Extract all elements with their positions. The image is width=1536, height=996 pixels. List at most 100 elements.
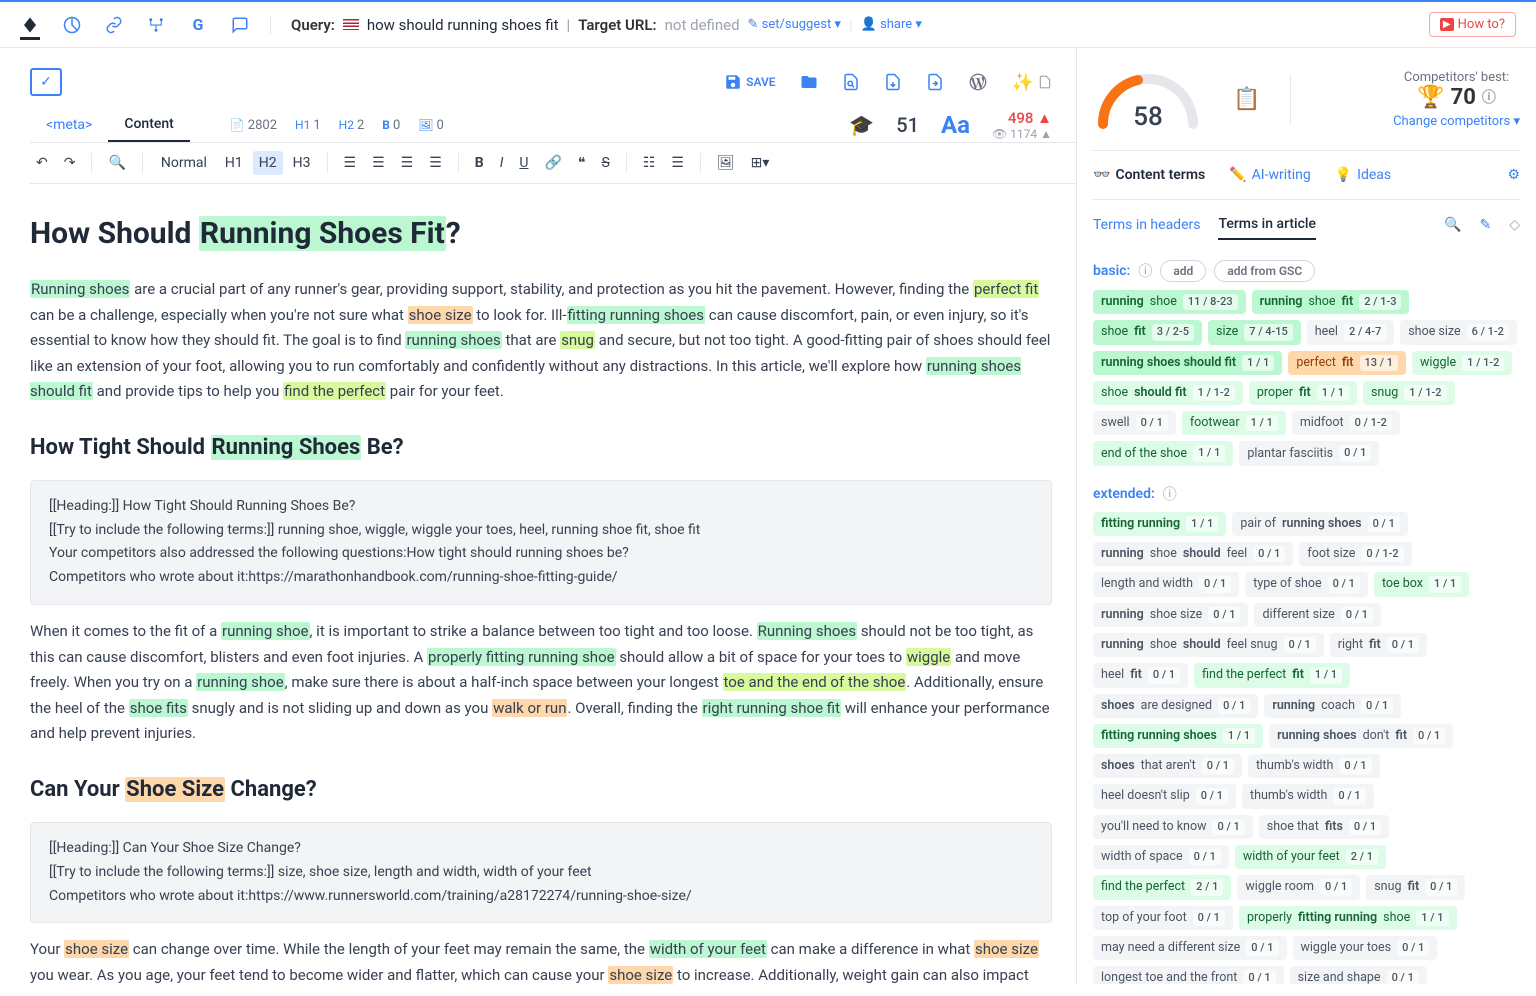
add-term-button[interactable]: add xyxy=(1160,260,1206,282)
term-chip[interactable]: running shoe should feel0 / 1 xyxy=(1093,542,1293,566)
save-button[interactable]: SAVE xyxy=(724,73,775,91)
term-chip[interactable]: thumb's width0 / 1 xyxy=(1248,754,1380,778)
magic-button[interactable]: ✨ xyxy=(1012,72,1052,93)
subtab-headers[interactable]: Terms in headers xyxy=(1093,211,1200,239)
term-chip[interactable]: find the perfect fit1 / 1 xyxy=(1194,663,1350,687)
term-chip[interactable]: footwear1 / 1 xyxy=(1182,411,1286,435)
search-doc-button[interactable] xyxy=(842,73,860,91)
term-chip[interactable]: running shoe should feel snug0 / 1 xyxy=(1093,633,1324,657)
export-button[interactable] xyxy=(926,73,944,91)
share-link[interactable]: 👤 share ▾ xyxy=(861,17,922,32)
term-chip[interactable]: running shoes don't fit0 / 1 xyxy=(1269,724,1453,748)
import-button[interactable] xyxy=(884,73,902,91)
tab-ideas[interactable]: 💡 Ideas xyxy=(1335,161,1391,189)
term-chip[interactable]: you'll need to know0 / 1 xyxy=(1093,815,1253,839)
term-chip[interactable]: find the perfect2 / 1 xyxy=(1093,875,1231,899)
term-chip[interactable]: length and width0 / 1 xyxy=(1093,572,1239,596)
term-chip[interactable]: shoe that fits0 / 1 xyxy=(1259,815,1389,839)
list-ul-button[interactable]: ☰ xyxy=(665,151,690,175)
tab-content-terms[interactable]: 👓 Content terms xyxy=(1093,161,1205,189)
term-chip[interactable]: midfoot0 / 1-2 xyxy=(1292,411,1400,435)
term-chip[interactable]: shoe size6 / 1-2 xyxy=(1400,320,1517,344)
nav-analytics-icon[interactable] xyxy=(62,15,82,35)
change-competitors-link[interactable]: Change competitors ▾ xyxy=(1393,114,1520,129)
term-chip[interactable]: fitting running shoes1 / 1 xyxy=(1093,724,1263,748)
subtab-article[interactable]: Terms in article xyxy=(1218,210,1316,240)
term-chip[interactable]: may need a different size0 / 1 xyxy=(1093,936,1287,960)
term-chip[interactable]: end of the shoe1 / 1 xyxy=(1093,441,1233,465)
eraser-icon[interactable]: ◇ xyxy=(1509,217,1520,233)
tab-ai-writing[interactable]: ✏️ AI-writing xyxy=(1229,161,1311,189)
term-chip[interactable]: size7 / 4-15 xyxy=(1208,320,1301,344)
term-chip[interactable]: longest toe and the front0 / 1 xyxy=(1093,966,1284,984)
strike-button[interactable]: S xyxy=(595,151,615,175)
term-chip[interactable]: shoe fit3 / 2-5 xyxy=(1093,320,1202,344)
term-chip[interactable]: size and shape0 / 1 xyxy=(1290,966,1427,984)
h3-button[interactable]: H3 xyxy=(287,151,317,175)
term-chip[interactable]: width of space0 / 1 xyxy=(1093,845,1229,869)
wordpress-button[interactable] xyxy=(968,72,988,92)
clipboard-icon[interactable]: 📋 xyxy=(1233,87,1260,112)
term-chip[interactable]: wiggle your toes0 / 1 xyxy=(1293,936,1438,960)
check-button[interactable]: ✓ xyxy=(30,68,62,96)
open-button[interactable] xyxy=(800,73,818,91)
term-chip[interactable]: heel2 / 4-7 xyxy=(1307,320,1394,344)
term-chip[interactable]: snug1 / 1-2 xyxy=(1363,381,1455,405)
term-chip[interactable]: snug fit0 / 1 xyxy=(1366,875,1465,899)
nav-chat-icon[interactable] xyxy=(230,15,250,35)
tab-meta[interactable]: <meta> xyxy=(30,109,108,141)
term-chip[interactable]: shoe should fit1 / 1-2 xyxy=(1093,381,1243,405)
term-chip[interactable]: running shoe size0 / 1 xyxy=(1093,603,1248,627)
term-chip[interactable]: properly fitting running shoe1 / 1 xyxy=(1239,906,1457,930)
term-chip[interactable]: top of your foot0 / 1 xyxy=(1093,906,1233,930)
undo-button[interactable]: ↶ xyxy=(30,151,54,175)
term-chip[interactable]: fitting running1 / 1 xyxy=(1093,512,1226,536)
table-button[interactable]: ⊞▾ xyxy=(745,151,776,175)
align-right-button[interactable]: ☰ xyxy=(395,151,420,175)
term-chip[interactable]: wiggle1 / 1-2 xyxy=(1412,351,1512,375)
settings-icon[interactable]: ⚙ xyxy=(1507,161,1520,189)
content-editor[interactable]: How Should Running Shoes Fit? Running sh… xyxy=(30,184,1076,984)
italic-button[interactable]: I xyxy=(494,151,510,175)
filter-icon[interactable]: 🔍 xyxy=(1444,217,1461,233)
term-chip[interactable]: type of shoe0 / 1 xyxy=(1245,572,1368,596)
edit-icon[interactable]: ✎ xyxy=(1479,217,1491,233)
term-chip[interactable]: proper fit1 / 1 xyxy=(1249,381,1357,405)
nav-structure-icon[interactable] xyxy=(146,15,166,35)
term-chip[interactable]: running coach0 / 1 xyxy=(1264,694,1401,718)
link-button[interactable]: 🔗 xyxy=(538,151,567,175)
term-chip[interactable]: perfect fit13 / 1 xyxy=(1288,351,1406,375)
bold-button[interactable]: B xyxy=(469,151,490,175)
h1-button[interactable]: H1 xyxy=(219,151,249,175)
set-suggest-link[interactable]: ✎ set/suggest ▾ xyxy=(748,17,841,32)
term-chip[interactable]: right fit0 / 1 xyxy=(1330,633,1427,657)
term-chip[interactable]: toe box1 / 1 xyxy=(1374,572,1469,596)
term-chip[interactable]: thumb's width0 / 1 xyxy=(1242,784,1374,808)
term-chip[interactable]: running shoes should fit1 / 1 xyxy=(1093,351,1282,375)
term-chip[interactable]: plantar fasciitis0 / 1 xyxy=(1239,441,1379,465)
howto-button[interactable]: ▶ How to? xyxy=(1429,12,1516,37)
term-chip[interactable]: pair of running shoes0 / 1 xyxy=(1232,512,1407,536)
image-button[interactable]: 🖼 xyxy=(711,151,741,175)
quote-button[interactable]: ❝ xyxy=(572,151,592,175)
term-chip[interactable]: different size0 / 1 xyxy=(1254,603,1381,627)
align-center-button[interactable]: ☰ xyxy=(366,151,391,175)
tab-content[interactable]: Content xyxy=(108,108,190,142)
paragraph-select[interactable]: Normal xyxy=(153,151,215,175)
underline-button[interactable]: U xyxy=(513,151,534,175)
add-gsc-button[interactable]: add from GSC xyxy=(1214,260,1315,282)
term-chip[interactable]: running shoe fit2 / 1-3 xyxy=(1252,290,1410,314)
list-ol-button[interactable]: ☷ xyxy=(637,151,662,175)
term-chip[interactable]: shoes that aren't0 / 1 xyxy=(1093,754,1242,778)
term-chip[interactable]: heel doesn't slip0 / 1 xyxy=(1093,784,1236,808)
term-chip[interactable]: shoes are designed0 / 1 xyxy=(1093,694,1258,718)
term-chip[interactable]: heel fit0 / 1 xyxy=(1093,663,1188,687)
align-justify-button[interactable]: ☰ xyxy=(423,151,448,175)
h2-button[interactable]: H2 xyxy=(253,151,283,175)
nav-link-icon[interactable] xyxy=(104,15,124,35)
align-left-button[interactable]: ☰ xyxy=(338,151,363,175)
term-chip[interactable]: swell0 / 1 xyxy=(1093,411,1176,435)
term-chip[interactable]: foot size0 / 1-2 xyxy=(1299,542,1411,566)
term-chip[interactable]: wiggle room0 / 1 xyxy=(1237,875,1360,899)
nav-editor-icon[interactable] xyxy=(20,20,40,40)
